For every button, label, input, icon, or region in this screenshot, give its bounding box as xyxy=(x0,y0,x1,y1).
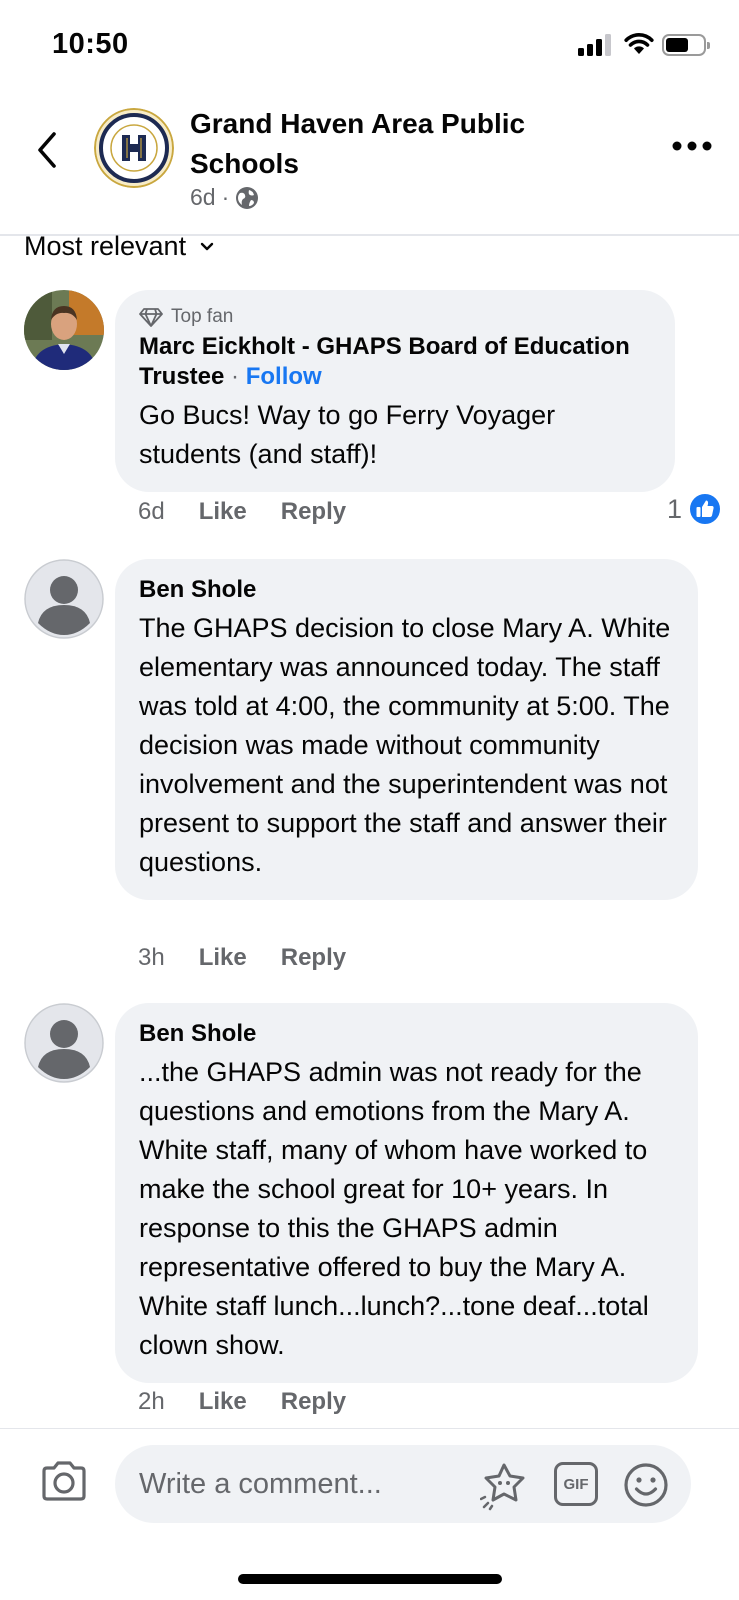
post-meta: 6d · xyxy=(190,184,259,211)
like-button[interactable]: Like xyxy=(199,944,247,972)
comment-author[interactable]: Ben Shole xyxy=(139,575,674,605)
avatar[interactable] xyxy=(24,290,104,370)
comment-time: 3h xyxy=(138,944,165,971)
status-bar: 10:50 xyxy=(0,0,739,92)
reply-button[interactable]: Reply xyxy=(281,944,346,972)
signal-icon xyxy=(578,34,614,56)
comment-bubble[interactable]: Ben Shole ...the GHAPS admin was not rea… xyxy=(115,1003,698,1383)
more-options-button[interactable] xyxy=(672,140,712,152)
comment-bubble[interactable]: Top fan Marc Eickholt - GHAPS Board of E… xyxy=(115,290,675,492)
like-button[interactable]: Like xyxy=(199,498,247,526)
comment-actions: 3h Like Reply xyxy=(138,944,346,972)
comment-text: ...the GHAPS admin was not ready for the… xyxy=(139,1057,649,1360)
page-name[interactable]: Grand Haven Area Public Schools xyxy=(190,104,610,184)
sort-dropdown[interactable]: Most relevant xyxy=(24,231,214,262)
avatar[interactable] xyxy=(24,1003,104,1083)
author-separator: · xyxy=(231,363,240,390)
avatar[interactable] xyxy=(24,559,104,639)
comment-bubble[interactable]: Ben Shole The GHAPS decision to close Ma… xyxy=(115,559,698,900)
comment-author[interactable]: Ben Shole xyxy=(139,1019,674,1049)
author-name[interactable]: Marc Eickholt - GHAPS Board of Education… xyxy=(139,333,630,390)
reaction-summary[interactable]: 1 xyxy=(667,492,723,526)
comment-composer: GIF xyxy=(0,1428,739,1540)
sort-label: Most relevant xyxy=(24,231,187,261)
follow-button[interactable]: Follow xyxy=(246,363,322,390)
comment-input[interactable] xyxy=(115,1445,691,1523)
comment-author[interactable]: Marc Eickholt - GHAPS Board of Education… xyxy=(139,332,651,392)
post-header: Grand Haven Area Public Schools 6d · xyxy=(0,92,739,236)
comment-time: 2h xyxy=(138,1388,165,1415)
top-fan-badge: Top fan xyxy=(139,306,651,328)
comment-text: The GHAPS decision to close Mary A. Whit… xyxy=(139,613,671,877)
avatar-sticker-icon[interactable] xyxy=(480,1459,532,1511)
globe-icon xyxy=(236,186,259,209)
comment-text: Go Bucs! Way to go Ferry Voyager student… xyxy=(139,400,556,469)
wifi-icon xyxy=(624,33,654,54)
battery-icon xyxy=(662,34,710,56)
chevron-down-icon xyxy=(200,242,214,250)
like-reaction-icon xyxy=(688,492,723,526)
camera-icon[interactable] xyxy=(40,1459,88,1503)
reply-button[interactable]: Reply xyxy=(281,498,346,526)
comment-actions: 2h Like Reply xyxy=(138,1388,346,1416)
reaction-count: 1 xyxy=(667,493,683,524)
top-fan-label: Top fan xyxy=(171,306,234,327)
page-logo[interactable] xyxy=(94,108,174,188)
comment-time: 6d xyxy=(138,498,165,525)
author-name[interactable]: Ben Shole xyxy=(139,576,256,603)
like-button[interactable]: Like xyxy=(199,1388,247,1416)
back-button[interactable] xyxy=(30,126,66,174)
emoji-icon[interactable] xyxy=(622,1461,670,1509)
diamond-icon xyxy=(139,308,163,327)
status-time: 10:50 xyxy=(52,28,129,60)
gif-button[interactable]: GIF xyxy=(554,1462,598,1506)
comment-actions: 6d Like Reply xyxy=(138,498,346,526)
meta-separator: · xyxy=(221,184,230,210)
post-time: 6d xyxy=(190,184,216,210)
reply-button[interactable]: Reply xyxy=(281,1388,346,1416)
author-name[interactable]: Ben Shole xyxy=(139,1020,256,1047)
home-indicator[interactable] xyxy=(238,1574,502,1584)
